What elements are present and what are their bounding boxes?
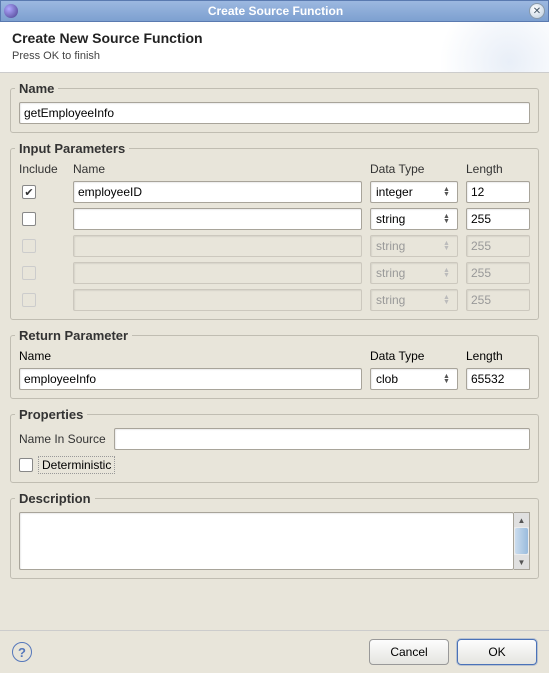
help-icon[interactable]: ? <box>12 642 32 662</box>
header-title: Create New Source Function <box>12 30 537 46</box>
description-legend: Description <box>15 491 95 506</box>
return-col-datatype: Data Type <box>370 349 458 363</box>
return-col-name: Name <box>19 349 362 363</box>
param-length-4 <box>466 289 530 311</box>
app-icon <box>4 4 18 18</box>
function-name-input[interactable] <box>19 102 530 124</box>
col-datatype: Data Type <box>370 162 458 176</box>
param-name-4 <box>73 289 362 311</box>
description-textarea[interactable] <box>19 512 514 570</box>
param-length-2 <box>466 235 530 257</box>
scroll-thumb[interactable] <box>515 528 528 554</box>
param-datatype-0[interactable]: integer▲▼ <box>370 181 458 203</box>
param-datatype-1[interactable]: string▲▼ <box>370 208 458 230</box>
param-include-1[interactable] <box>19 212 65 226</box>
properties-section: Properties Name In Source Deterministic <box>10 407 539 483</box>
input-parameters-section: Input Parameters Include Name Data Type … <box>10 141 539 320</box>
param-name-3 <box>73 262 362 284</box>
col-include: Include <box>19 162 65 176</box>
header-subtitle: Press OK to finish <box>12 50 537 62</box>
input-parameters-legend: Input Parameters <box>15 141 129 156</box>
description-section: Description ▲ ▼ <box>10 491 539 579</box>
scroll-up-icon[interactable]: ▲ <box>514 513 529 527</box>
param-datatype-2: string▲▼ <box>370 235 458 257</box>
scroll-down-icon[interactable]: ▼ <box>514 555 529 569</box>
properties-legend: Properties <box>15 407 87 422</box>
close-icon[interactable]: ✕ <box>529 3 545 19</box>
param-include-3 <box>19 266 65 280</box>
return-datatype-select[interactable]: clob▲▼ <box>370 368 458 390</box>
param-length-1[interactable] <box>466 208 530 230</box>
return-name-input[interactable] <box>19 368 362 390</box>
description-scrollbar[interactable]: ▲ ▼ <box>514 512 530 570</box>
param-name-2 <box>73 235 362 257</box>
dialog-header: Create New Source Function Press OK to f… <box>0 22 549 73</box>
param-length-0[interactable] <box>466 181 530 203</box>
param-include-0[interactable]: ✔ <box>19 185 65 199</box>
param-include-2 <box>19 239 65 253</box>
deterministic-label: Deterministic <box>38 456 115 474</box>
window-title: Create Source Function <box>22 4 529 18</box>
col-length: Length <box>466 162 530 176</box>
param-name-1[interactable] <box>73 208 362 230</box>
input-parameters-grid: Include Name Data Type Length ✔ integer▲… <box>19 162 530 311</box>
param-name-0[interactable] <box>73 181 362 203</box>
return-col-length: Length <box>466 349 530 363</box>
titlebar: Create Source Function ✕ <box>0 0 549 22</box>
name-legend: Name <box>15 81 58 96</box>
return-parameter-section: Return Parameter Name Data Type Length c… <box>10 328 539 399</box>
param-length-3 <box>466 262 530 284</box>
cancel-button[interactable]: Cancel <box>369 639 449 665</box>
param-datatype-3: string▲▼ <box>370 262 458 284</box>
dialog-footer: ? Cancel OK <box>0 630 549 673</box>
return-length-input[interactable] <box>466 368 530 390</box>
param-include-4 <box>19 293 65 307</box>
name-in-source-input[interactable] <box>114 428 530 450</box>
name-in-source-label: Name In Source <box>19 432 106 446</box>
name-section: Name <box>10 81 539 133</box>
ok-button[interactable]: OK <box>457 639 537 665</box>
col-name: Name <box>73 162 362 176</box>
param-datatype-4: string▲▼ <box>370 289 458 311</box>
return-parameter-legend: Return Parameter <box>15 328 132 343</box>
deterministic-checkbox[interactable] <box>19 458 33 472</box>
